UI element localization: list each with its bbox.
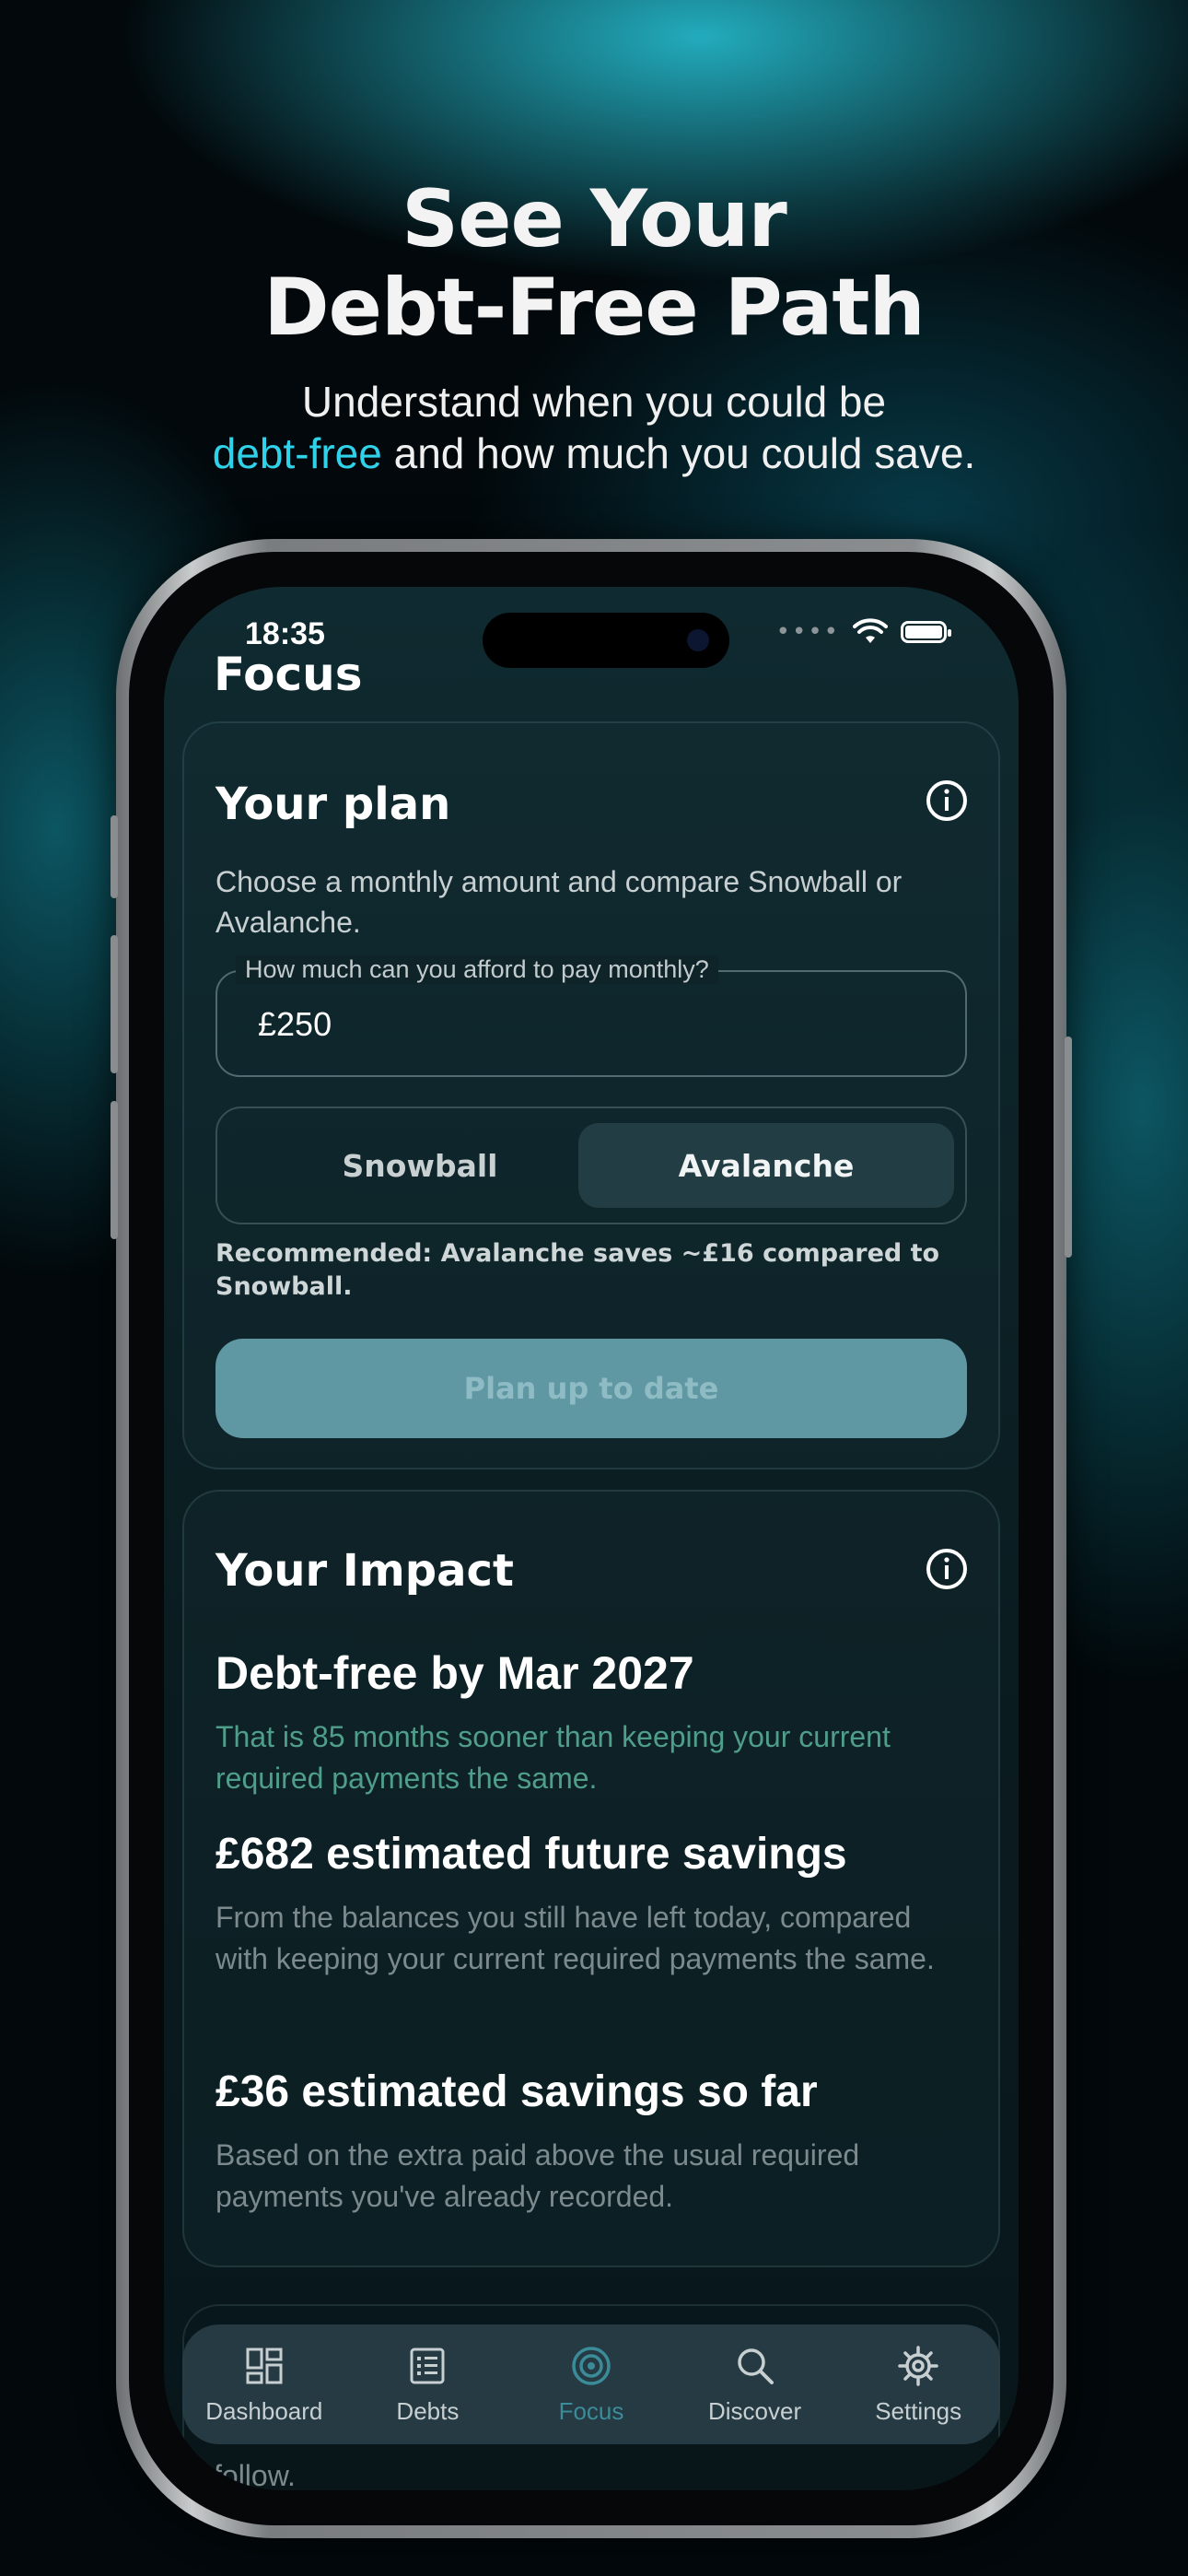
plan-card: Your plan Choose a monthly amount and co… <box>182 721 1000 1469</box>
future-savings-heading: £682 estimated future savings <box>215 1830 847 1879</box>
info-icon[interactable] <box>925 1547 969 1591</box>
tab-discover[interactable]: Discover <box>673 2344 837 2426</box>
recommendation-text: Recommended: Avalanche saves ~£16 compar… <box>215 1239 940 1301</box>
tab-dashboard-label: Dashboard <box>205 2396 323 2425</box>
impact-title: Your Impact <box>215 1545 514 1597</box>
phone-volume-up <box>111 935 118 1073</box>
tab-bar: Dashboard Debts Focus Discover Settings <box>182 2324 1000 2444</box>
savings-so-far-heading: £36 estimated savings so far <box>215 2067 818 2116</box>
list-icon <box>410 2348 445 2383</box>
strategy-segmented-control: Snowball Avalanche <box>215 1107 967 1224</box>
wifi-icon <box>853 618 888 643</box>
subline-accent: debt-free <box>212 429 382 477</box>
snowball-option[interactable]: Snowball <box>232 1123 608 1208</box>
phone-silent-switch <box>111 815 118 898</box>
info-icon[interactable] <box>925 779 969 823</box>
impact-card: Your Impact Debt-free by Mar 2027 That i… <box>182 1490 1000 2267</box>
future-savings-text: From the balances you still have left to… <box>215 1901 935 1975</box>
next-card-text: follow. <box>214 2459 296 2490</box>
debt-free-date-text: That is 85 months sooner than keeping yo… <box>215 1720 891 1795</box>
plan-description: Choose a monthly amount and compare Snow… <box>215 865 903 939</box>
promo-subline: Understand when you could be debt-free a… <box>0 376 1188 479</box>
avalanche-option[interactable]: Avalanche <box>578 1123 954 1208</box>
phone-bezel: 18:35 •••• Focus Your plan Choose a mont… <box>129 552 1054 2525</box>
promo-headline: See Your Debt-Free Path <box>0 175 1188 352</box>
subline-line-1: Understand when you could be <box>301 378 887 426</box>
status-icons: •••• <box>775 618 951 646</box>
dynamic-island <box>483 613 729 668</box>
tab-dashboard[interactable]: Dashboard <box>182 2344 346 2426</box>
tab-focus[interactable]: Focus <box>509 2344 673 2426</box>
headline-line-1: See Your <box>402 173 787 265</box>
plan-title: Your plan <box>215 779 451 830</box>
app-screen: 18:35 •••• Focus Your plan Choose a mont… <box>164 587 1019 2490</box>
savings-so-far-text: Based on the extra paid above the usual … <box>215 2138 860 2213</box>
dashboard-icon <box>246 2348 283 2383</box>
monthly-amount-value[interactable]: £250 <box>258 1005 332 1044</box>
subline-rest: and how much you could save. <box>381 429 976 477</box>
monthly-amount-field[interactable]: How much can you afford to pay monthly? … <box>215 955 967 1077</box>
page-title: Focus <box>214 648 363 701</box>
subline-line-2: debt-free and how much you could save. <box>0 427 1188 479</box>
headline-line-2: Debt-Free Path <box>263 262 925 354</box>
tab-debts-label: Debts <box>396 2396 460 2425</box>
phone-power-button <box>1065 1036 1072 1258</box>
debt-free-date-heading: Debt-free by Mar 2027 <box>215 1647 694 1699</box>
battery-icon <box>901 621 951 643</box>
plan-up-to-date-button[interactable]: Plan up to date <box>215 1339 967 1438</box>
gear-icon <box>898 2345 938 2386</box>
signal-icon: •••• <box>775 618 840 646</box>
focus-target-icon <box>572 2346 611 2385</box>
tab-settings-label: Settings <box>875 2396 962 2425</box>
monthly-amount-label: How much can you afford to pay monthly? <box>236 955 718 984</box>
search-icon <box>737 2348 774 2384</box>
tab-discover-label: Discover <box>708 2396 802 2425</box>
tab-debts[interactable]: Debts <box>346 2344 510 2426</box>
phone-volume-down <box>111 1101 118 1239</box>
tab-focus-label: Focus <box>558 2396 624 2425</box>
tab-settings[interactable]: Settings <box>836 2344 1000 2426</box>
phone-frame: 18:35 •••• Focus Your plan Choose a mont… <box>111 539 1072 2538</box>
camera-icon <box>687 629 709 651</box>
